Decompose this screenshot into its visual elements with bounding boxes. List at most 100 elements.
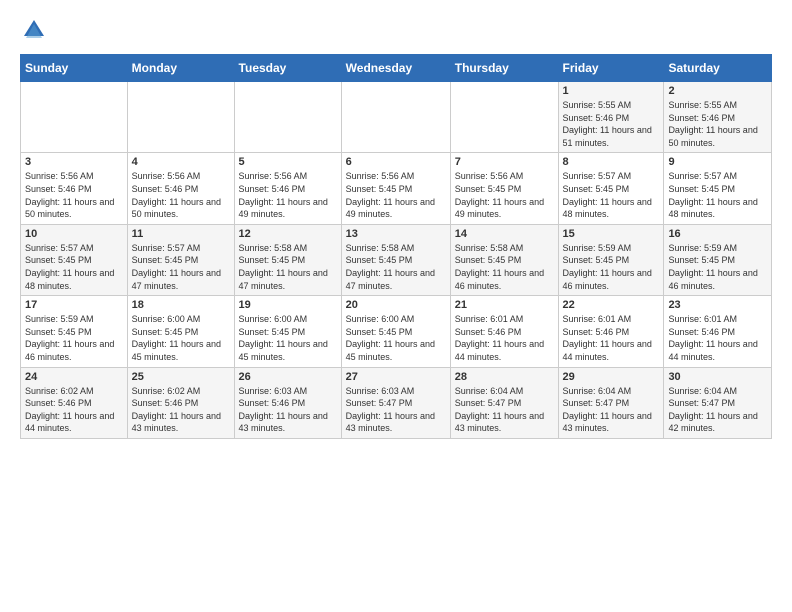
calendar-cell: 27Sunrise: 6:03 AM Sunset: 5:47 PM Dayli… bbox=[341, 367, 450, 438]
day-number: 10 bbox=[25, 228, 123, 240]
calendar-cell bbox=[234, 82, 341, 153]
calendar-cell: 14 Sunrise: 5:58 AM Sunset: 5:45 PM Dayli… bbox=[450, 224, 558, 295]
calendar-cell: 26Sunrise: 6:03 AM Sunset: 5:46 PM Dayli… bbox=[234, 367, 341, 438]
day-number: 23 bbox=[668, 299, 767, 311]
day-info: Sunrise: 6:01 AM Sunset: 5:46 PM Dayligh… bbox=[668, 313, 767, 363]
day-number: 21 bbox=[455, 299, 554, 311]
day-info: Sunrise: 6:00 AM Sunset: 5:45 PM Dayligh… bbox=[132, 313, 230, 363]
calendar-cell: 19 Sunrise: 6:00 AM Sunset: 5:45 PM Dayli… bbox=[234, 296, 341, 367]
day-number: 28 bbox=[455, 371, 554, 383]
calendar-cell: 10 Sunrise: 5:57 AM Sunset: 5:45 PM Dayli… bbox=[21, 224, 128, 295]
calendar-cell: 25 Sunrise: 6:02 AM Sunset: 5:46 PM Dayli… bbox=[127, 367, 234, 438]
weekday-header: Wednesday bbox=[341, 55, 450, 82]
calendar-week-row: 10 Sunrise: 5:57 AM Sunset: 5:45 PM Dayli… bbox=[21, 224, 772, 295]
calendar-cell bbox=[341, 82, 450, 153]
calendar-cell: 24 Sunrise: 6:02 AM Sunset: 5:46 PM Dayli… bbox=[21, 367, 128, 438]
day-number: 4 bbox=[132, 156, 230, 168]
header bbox=[20, 16, 772, 44]
calendar-cell bbox=[21, 82, 128, 153]
day-number: 15 bbox=[563, 228, 660, 240]
calendar-cell: 23 Sunrise: 6:01 AM Sunset: 5:46 PM Dayli… bbox=[664, 296, 772, 367]
weekday-header: Friday bbox=[558, 55, 664, 82]
day-number: 5 bbox=[239, 156, 337, 168]
day-number: 20 bbox=[346, 299, 446, 311]
calendar-cell: 3 Sunrise: 5:56 AM Sunset: 5:46 PM Daylig… bbox=[21, 153, 128, 224]
calendar-cell: 8Sunrise: 5:57 AM Sunset: 5:45 PM Daylig… bbox=[558, 153, 664, 224]
day-number: 2 bbox=[668, 85, 767, 97]
weekday-header: Thursday bbox=[450, 55, 558, 82]
day-info: Sunrise: 5:56 AM Sunset: 5:45 PM Dayligh… bbox=[346, 170, 446, 220]
calendar-week-row: 24 Sunrise: 6:02 AM Sunset: 5:46 PM Dayli… bbox=[21, 367, 772, 438]
calendar-cell bbox=[450, 82, 558, 153]
day-number: 8 bbox=[563, 156, 660, 168]
calendar-cell: 20Sunrise: 6:00 AM Sunset: 5:45 PM Dayli… bbox=[341, 296, 450, 367]
calendar-cell: 15 Sunrise: 5:59 AM Sunset: 5:45 PM Dayli… bbox=[558, 224, 664, 295]
day-info: Sunrise: 6:04 AM Sunset: 5:47 PM Dayligh… bbox=[563, 385, 660, 435]
weekday-header: Tuesday bbox=[234, 55, 341, 82]
calendar-cell: 1 Sunrise: 5:55 AM Sunset: 5:46 PM Daylig… bbox=[558, 82, 664, 153]
day-number: 11 bbox=[132, 228, 230, 240]
calendar-cell: 16 Sunrise: 5:59 AM Sunset: 5:45 PM Dayli… bbox=[664, 224, 772, 295]
calendar-cell: 9 Sunrise: 5:57 AM Sunset: 5:45 PM Daylig… bbox=[664, 153, 772, 224]
calendar-cell: 7 Sunrise: 5:56 AM Sunset: 5:45 PM Daylig… bbox=[450, 153, 558, 224]
day-info: Sunrise: 6:04 AM Sunset: 5:47 PM Dayligh… bbox=[668, 385, 767, 435]
day-info: Sunrise: 5:57 AM Sunset: 5:45 PM Dayligh… bbox=[132, 242, 230, 292]
logo bbox=[20, 16, 52, 44]
weekday-header: Saturday bbox=[664, 55, 772, 82]
day-info: Sunrise: 5:57 AM Sunset: 5:45 PM Dayligh… bbox=[25, 242, 123, 292]
calendar-cell: 13 Sunrise: 5:58 AM Sunset: 5:45 PM Dayli… bbox=[341, 224, 450, 295]
day-info: Sunrise: 6:00 AM Sunset: 5:45 PM Dayligh… bbox=[239, 313, 337, 363]
calendar-header-row: SundayMondayTuesdayWednesdayThursdayFrid… bbox=[21, 55, 772, 82]
weekday-header: Sunday bbox=[21, 55, 128, 82]
calendar-cell: 5Sunrise: 5:56 AM Sunset: 5:46 PM Daylig… bbox=[234, 153, 341, 224]
page: SundayMondayTuesdayWednesdayThursdayFrid… bbox=[0, 0, 792, 455]
day-info: Sunrise: 5:56 AM Sunset: 5:45 PM Dayligh… bbox=[455, 170, 554, 220]
day-info: Sunrise: 5:59 AM Sunset: 5:45 PM Dayligh… bbox=[668, 242, 767, 292]
day-info: Sunrise: 5:58 AM Sunset: 5:45 PM Dayligh… bbox=[455, 242, 554, 292]
day-info: Sunrise: 6:03 AM Sunset: 5:46 PM Dayligh… bbox=[239, 385, 337, 435]
day-info: Sunrise: 6:03 AM Sunset: 5:47 PM Dayligh… bbox=[346, 385, 446, 435]
day-info: Sunrise: 5:59 AM Sunset: 5:45 PM Dayligh… bbox=[563, 242, 660, 292]
day-number: 19 bbox=[239, 299, 337, 311]
day-number: 14 bbox=[455, 228, 554, 240]
day-info: Sunrise: 6:02 AM Sunset: 5:46 PM Dayligh… bbox=[132, 385, 230, 435]
calendar-week-row: 3 Sunrise: 5:56 AM Sunset: 5:46 PM Daylig… bbox=[21, 153, 772, 224]
calendar-table: SundayMondayTuesdayWednesdayThursdayFrid… bbox=[20, 54, 772, 439]
day-number: 16 bbox=[668, 228, 767, 240]
day-number: 9 bbox=[668, 156, 767, 168]
day-number: 25 bbox=[132, 371, 230, 383]
calendar-cell: 22 Sunrise: 6:01 AM Sunset: 5:46 PM Dayli… bbox=[558, 296, 664, 367]
day-number: 12 bbox=[239, 228, 337, 240]
day-number: 22 bbox=[563, 299, 660, 311]
day-info: Sunrise: 5:58 AM Sunset: 5:45 PM Dayligh… bbox=[346, 242, 446, 292]
logo-icon bbox=[20, 16, 48, 44]
weekday-header: Monday bbox=[127, 55, 234, 82]
day-info: Sunrise: 5:58 AM Sunset: 5:45 PM Dayligh… bbox=[239, 242, 337, 292]
day-number: 29 bbox=[563, 371, 660, 383]
calendar-week-row: 1 Sunrise: 5:55 AM Sunset: 5:46 PM Daylig… bbox=[21, 82, 772, 153]
calendar-cell: 21Sunrise: 6:01 AM Sunset: 5:46 PM Dayli… bbox=[450, 296, 558, 367]
day-number: 3 bbox=[25, 156, 123, 168]
calendar-cell: 29 Sunrise: 6:04 AM Sunset: 5:47 PM Dayli… bbox=[558, 367, 664, 438]
day-info: Sunrise: 5:56 AM Sunset: 5:46 PM Dayligh… bbox=[132, 170, 230, 220]
day-info: Sunrise: 5:59 AM Sunset: 5:45 PM Dayligh… bbox=[25, 313, 123, 363]
day-info: Sunrise: 5:56 AM Sunset: 5:46 PM Dayligh… bbox=[25, 170, 123, 220]
day-number: 30 bbox=[668, 371, 767, 383]
day-info: Sunrise: 6:02 AM Sunset: 5:46 PM Dayligh… bbox=[25, 385, 123, 435]
calendar-cell bbox=[127, 82, 234, 153]
day-number: 17 bbox=[25, 299, 123, 311]
day-number: 7 bbox=[455, 156, 554, 168]
calendar-cell: 12 Sunrise: 5:58 AM Sunset: 5:45 PM Dayli… bbox=[234, 224, 341, 295]
day-number: 13 bbox=[346, 228, 446, 240]
day-number: 1 bbox=[563, 85, 660, 97]
day-info: Sunrise: 6:01 AM Sunset: 5:46 PM Dayligh… bbox=[563, 313, 660, 363]
calendar-cell: 11 Sunrise: 5:57 AM Sunset: 5:45 PM Dayli… bbox=[127, 224, 234, 295]
day-info: Sunrise: 5:55 AM Sunset: 5:46 PM Dayligh… bbox=[563, 99, 660, 149]
day-number: 24 bbox=[25, 371, 123, 383]
calendar-cell: 6Sunrise: 5:56 AM Sunset: 5:45 PM Daylig… bbox=[341, 153, 450, 224]
day-info: Sunrise: 5:57 AM Sunset: 5:45 PM Dayligh… bbox=[668, 170, 767, 220]
day-number: 18 bbox=[132, 299, 230, 311]
calendar-week-row: 17 Sunrise: 5:59 AM Sunset: 5:45 PM Dayli… bbox=[21, 296, 772, 367]
day-info: Sunrise: 5:55 AM Sunset: 5:46 PM Dayligh… bbox=[668, 99, 767, 149]
calendar-cell: 2 Sunrise: 5:55 AM Sunset: 5:46 PM Daylig… bbox=[664, 82, 772, 153]
